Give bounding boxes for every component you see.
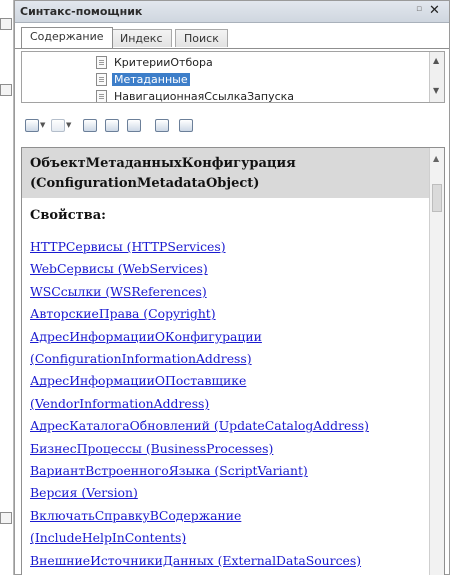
tree-item-label: Метаданные xyxy=(112,72,190,86)
home-icon xyxy=(127,118,141,132)
property-link[interactable]: ВключатьСправкуВСодержание xyxy=(30,505,430,527)
property-link[interactable]: WebСервисы (WebServices) xyxy=(30,258,430,280)
section-heading: Свойства: xyxy=(30,208,106,223)
print-icon xyxy=(155,118,169,132)
property-link[interactable]: АдресКаталогаОбновлений (UpdateCatalogAd… xyxy=(30,415,430,437)
page-icon xyxy=(96,55,107,69)
collapse-box-icon[interactable] xyxy=(0,84,12,96)
page-icon xyxy=(96,72,107,86)
property-link[interactable]: Версия (Version) xyxy=(30,482,430,504)
contents-tree[interactable]: КритерииОтбора Метаданные НавигационнаяС… xyxy=(21,51,445,103)
tree-item[interactable]: КритерииОтбора xyxy=(96,54,215,70)
dropdown-arrow-icon: ▼ xyxy=(40,121,46,129)
scroll-up-icon[interactable]: ▲ xyxy=(433,154,439,163)
close-icon[interactable]: ✕ xyxy=(429,3,440,18)
tab-divider xyxy=(15,48,449,49)
property-link[interactable]: ВариантВстроенногоЯзыка (ScriptVariant) xyxy=(30,460,430,482)
settings-icon xyxy=(179,118,193,132)
topic-header: ОбъектМетаданныхКонфигурация (Configurat… xyxy=(22,148,430,198)
property-link[interactable]: WSСсылки (WSReferences) xyxy=(30,281,430,303)
settings-button[interactable] xyxy=(179,117,193,133)
back-button[interactable]: ▼ xyxy=(25,117,45,133)
property-link[interactable]: (ConfigurationInformationAddress) xyxy=(30,348,430,370)
tree-item[interactable]: НавигационнаяСсылкаЗапуска xyxy=(96,88,296,103)
property-link[interactable]: HTTPСервисы (HTTPServices) xyxy=(30,236,430,258)
tree-item-label: НавигационнаяСсылкаЗапуска xyxy=(114,89,295,103)
topic-subtitle: (ConfigurationMetadataObject) xyxy=(30,176,260,191)
scroll-down-icon[interactable]: ▼ xyxy=(433,86,439,95)
topic-content: ОбъектМетаданныхКонфигурация (Configurat… xyxy=(21,147,445,575)
pin-icon[interactable]: ▫ xyxy=(416,4,422,14)
up-button[interactable] xyxy=(105,117,119,133)
tree-item-label: КритерииОтбора xyxy=(114,55,213,69)
dropdown-arrow-icon: ▼ xyxy=(66,121,72,129)
print-button[interactable] xyxy=(155,117,169,133)
tab-contents[interactable]: Содержание xyxy=(21,27,113,48)
tab-bar: Содержание Индекс Поиск xyxy=(15,27,449,49)
background-window-strip xyxy=(0,0,14,575)
property-link[interactable]: БизнесПроцессы (BusinessProcesses) xyxy=(30,438,430,460)
up-icon xyxy=(105,118,119,132)
scroll-up-icon[interactable]: ▲ xyxy=(433,56,439,65)
content-scrollbar[interactable]: ▲ xyxy=(429,148,444,575)
sync-contents-icon xyxy=(83,118,97,132)
property-links: HTTPСервисы (HTTPServices) WebСервисы (We… xyxy=(30,236,430,575)
scroll-thumb[interactable] xyxy=(432,184,442,212)
property-link[interactable]: ВнешниеИсточникиДанных (ExternalDataSour… xyxy=(30,550,430,572)
title-bar[interactable]: Синтакс-помощник ▫ ✕ xyxy=(15,1,449,23)
collapse-box-icon[interactable] xyxy=(0,512,12,524)
syntax-helper-panel: Синтакс-помощник ▫ ✕ Содержание Индекс П… xyxy=(14,0,450,575)
property-link[interactable]: (IncludeHelpInContents) xyxy=(30,527,430,549)
property-link[interactable]: (VendorInformationAddress) xyxy=(30,393,430,415)
tab-index[interactable]: Индекс xyxy=(111,29,172,47)
window-title: Синтакс-помощник xyxy=(20,5,143,18)
tree-item-selected[interactable]: Метаданные xyxy=(96,71,190,87)
back-icon xyxy=(25,118,39,132)
home-button[interactable] xyxy=(127,117,141,133)
sync-contents-button[interactable] xyxy=(83,117,97,133)
page-icon xyxy=(96,89,107,102)
topic-title: ОбъектМетаданныхКонфигурация xyxy=(30,156,296,171)
tree-scrollbar[interactable]: ▲ ▼ xyxy=(429,52,444,102)
tab-search[interactable]: Поиск xyxy=(175,29,228,47)
forward-icon xyxy=(51,118,65,132)
property-link[interactable]: АвторскиеПрава (Copyright) xyxy=(30,303,430,325)
property-link[interactable]: АдресИнформацииОКонфигурации xyxy=(30,326,430,348)
collapse-box-icon[interactable] xyxy=(0,18,12,30)
forward-button[interactable]: ▼ xyxy=(51,117,71,133)
toolbar: ▼ ▼ xyxy=(21,115,445,137)
property-link[interactable]: АдресИнформацииОПоставщике xyxy=(30,370,430,392)
